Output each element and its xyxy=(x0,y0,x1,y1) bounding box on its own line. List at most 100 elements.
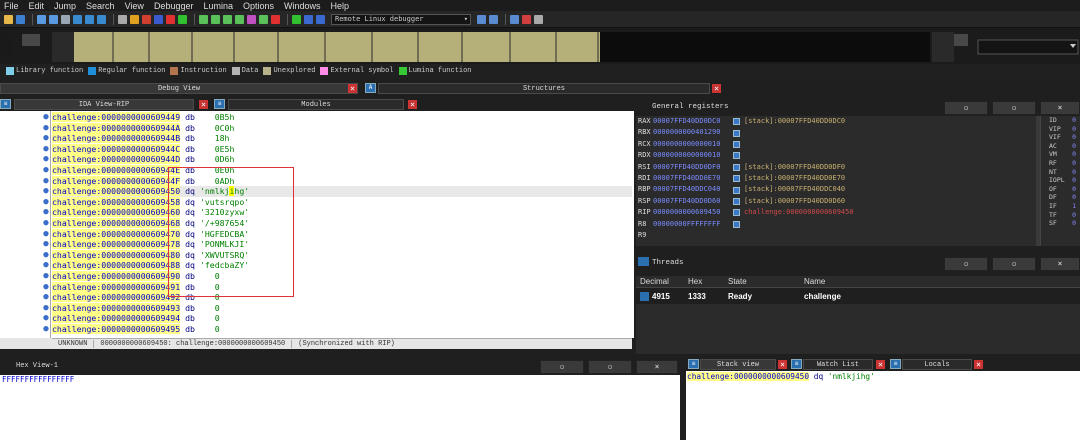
column-name[interactable]: Name xyxy=(804,277,924,286)
flag-row[interactable]: NT 0 xyxy=(1041,168,1080,177)
tab-locals[interactable]: Locals xyxy=(902,359,972,370)
close-icon[interactable]: × xyxy=(974,360,983,369)
column-hex[interactable]: Hex xyxy=(688,277,728,286)
table-row[interactable]: challenge:0000000000609468 dq '/+987654' xyxy=(52,217,632,229)
debugger-select[interactable]: Remote Linux debugger xyxy=(331,13,471,25)
table-row[interactable]: challenge:0000000000609480 dq 'XWVUTSRQ' xyxy=(52,249,632,261)
stack-view-pane[interactable]: challenge:0000000000609450 dq 'nmlkjihg' xyxy=(686,371,1080,440)
table-row[interactable]: challenge:000000000060944E db 0E0h xyxy=(52,164,632,176)
patch-icon[interactable] xyxy=(247,14,256,24)
tab-ida-view-rip[interactable]: IDA View-RIP xyxy=(14,99,194,110)
forward-icon[interactable] xyxy=(49,14,58,24)
register-row[interactable]: R8 00000000FFFFFFFF xyxy=(636,219,1036,230)
graph-icon[interactable] xyxy=(199,14,208,24)
table-row[interactable]: challenge:0000000000609490 db 0 xyxy=(52,270,632,282)
menu-item-options[interactable]: Options xyxy=(243,1,274,11)
register-row[interactable]: RCX 0000000000000010 xyxy=(636,139,1036,150)
flag-row[interactable]: ID 0 xyxy=(1041,116,1080,125)
names-icon[interactable] xyxy=(154,14,163,24)
flag-row[interactable]: IOPL 0 xyxy=(1041,176,1080,185)
table-row[interactable]: challenge:000000000060944F db 0ADh xyxy=(52,175,632,187)
tab-stack-view[interactable]: Stack view xyxy=(700,359,776,370)
jump-icon[interactable] xyxy=(61,14,70,24)
table-row[interactable]: challenge:0000000000609495 db 0 xyxy=(52,323,632,335)
register-row[interactable]: RAX 00007FFD40DD0DC0 [stack]:00007FFD40DD0… xyxy=(636,116,1036,127)
register-value[interactable]: 0000000000000010 xyxy=(653,150,731,161)
register-jump-icon[interactable] xyxy=(733,152,740,160)
breakpoint-icon[interactable] xyxy=(142,14,151,24)
close-icon[interactable]: × xyxy=(348,84,357,93)
delete-icon[interactable] xyxy=(271,14,280,24)
table-row[interactable]: challenge:0000000000609488 dq 'fedcbaZY' xyxy=(52,260,632,271)
register-value[interactable]: 0000000000000010 xyxy=(653,139,731,150)
register-jump-icon[interactable] xyxy=(733,209,740,217)
table-row[interactable]: challenge:0000000000609478 dq 'PONMLKJI' xyxy=(52,239,632,250)
navigation-band[interactable] xyxy=(0,28,1080,64)
registers-list[interactable]: RAX 00007FFD40DD0DC0 [stack]:00007FFD40DD0… xyxy=(636,116,1036,246)
register-row[interactable]: RSI 00007FFD40DD0DF0 [stack]:00007FFD40DD0… xyxy=(636,162,1036,173)
flag-row[interactable]: SF 0 xyxy=(1041,219,1080,228)
register-row[interactable]: R9 xyxy=(636,230,1036,241)
minimize-button[interactable]: ▫ xyxy=(944,257,988,271)
flag-row[interactable]: TF 0 xyxy=(1041,211,1080,220)
menu-item-jump[interactable]: Jump xyxy=(54,1,76,11)
xrefs-icon[interactable] xyxy=(223,14,232,24)
close-icon[interactable]: × xyxy=(876,360,885,369)
table-row[interactable]: challenge:0000000000609458 dq 'vutsrqpo' xyxy=(52,196,632,208)
register-jump-icon[interactable] xyxy=(733,118,740,126)
table-row[interactable]: challenge:0000000000609494 db 0 xyxy=(52,313,632,324)
register-row[interactable]: RDX 0000000000000010 xyxy=(636,150,1036,161)
minimize-button[interactable]: ▫ xyxy=(540,360,584,374)
register-jump-icon[interactable] xyxy=(733,129,740,137)
register-jump-icon[interactable] xyxy=(733,220,740,228)
restore-button[interactable]: ▫ xyxy=(992,101,1036,115)
close-button[interactable]: × xyxy=(636,360,678,374)
close-icon[interactable]: × xyxy=(199,100,208,109)
register-value[interactable]: 0000000000609450 xyxy=(653,207,731,218)
step-out-icon[interactable] xyxy=(522,14,531,24)
functions-icon[interactable] xyxy=(130,14,139,24)
close-icon[interactable]: × xyxy=(408,100,417,109)
run-to-cursor-icon[interactable] xyxy=(510,14,519,24)
table-row[interactable]: challenge:000000000060944D db 0D6h xyxy=(52,154,632,165)
table-row[interactable]: challenge:0000000000609449 db 0B5h xyxy=(52,112,632,123)
flag-row[interactable]: AC 0 xyxy=(1041,142,1080,151)
flags-list[interactable]: ID 0 VIP 0 VIF 0 AC 0 VM 0 RF 0 NT 0 IOPL 0 OF 0 DF 0 IF 1 TF 0… xyxy=(1040,116,1080,246)
register-row[interactable]: RSP 00007FFD40DD0D60 [stack]:00007FFD40DD0… xyxy=(636,196,1036,207)
table-row[interactable]: challenge:0000000000609460 dq '3210zyxw' xyxy=(52,207,632,218)
tab-debug-view[interactable]: Debug View xyxy=(0,83,358,94)
menu-item-windows[interactable]: Windows xyxy=(284,1,321,11)
close-button[interactable]: × xyxy=(1040,101,1080,115)
step-into-icon[interactable] xyxy=(477,14,486,24)
start-process-icon[interactable] xyxy=(292,14,301,24)
search-text-icon[interactable] xyxy=(73,14,82,24)
register-row[interactable]: RBX 0000000000401290 xyxy=(636,127,1036,138)
register-value[interactable]: 00007FFD40DDC040 xyxy=(653,184,731,195)
menu-item-edit[interactable]: Edit xyxy=(29,1,45,11)
close-icon[interactable]: × xyxy=(712,84,721,93)
flag-row[interactable]: VIP 0 xyxy=(1041,125,1080,134)
register-value[interactable]: 00007FFD40DD0DF0 xyxy=(653,162,731,173)
register-value[interactable]: 00007FFD40DD0D60 xyxy=(653,196,731,207)
menu-item-view[interactable]: View xyxy=(125,1,144,11)
register-jump-icon[interactable] xyxy=(733,186,740,194)
flag-row[interactable]: VM 0 xyxy=(1041,150,1080,159)
disassembly-listing[interactable]: challenge:0000000000609449 db 0B5h challe… xyxy=(52,112,632,334)
step-over-icon[interactable] xyxy=(489,14,498,24)
register-row[interactable]: RIP 0000000000609450 challenge:00000000006… xyxy=(636,207,1036,218)
table-row[interactable]: challenge:0000000000609493 db 0 xyxy=(52,302,632,314)
flag-row[interactable]: IF 1 xyxy=(1041,202,1080,211)
close-button[interactable]: × xyxy=(1040,257,1080,271)
flag-row[interactable]: RF 0 xyxy=(1041,159,1080,168)
flag-row[interactable]: DF 0 xyxy=(1041,193,1080,202)
table-row[interactable]: challenge:000000000060944C db 0E5h xyxy=(52,143,632,155)
register-value[interactable]: 00000000FFFFFFFF xyxy=(653,219,731,230)
back-icon[interactable] xyxy=(37,14,46,24)
menu-item-debugger[interactable]: Debugger xyxy=(154,1,194,11)
register-row[interactable]: RBP 00007FFD40DDC040 [stack]:00007FFD40DDC… xyxy=(636,184,1036,195)
search-immediate-icon[interactable] xyxy=(97,14,106,24)
tab-watch-list[interactable]: Watch List xyxy=(803,359,873,370)
flag-row[interactable]: VIF 0 xyxy=(1041,133,1080,142)
edit-icon[interactable] xyxy=(259,14,268,24)
tab-structures[interactable]: Structures xyxy=(378,83,710,94)
